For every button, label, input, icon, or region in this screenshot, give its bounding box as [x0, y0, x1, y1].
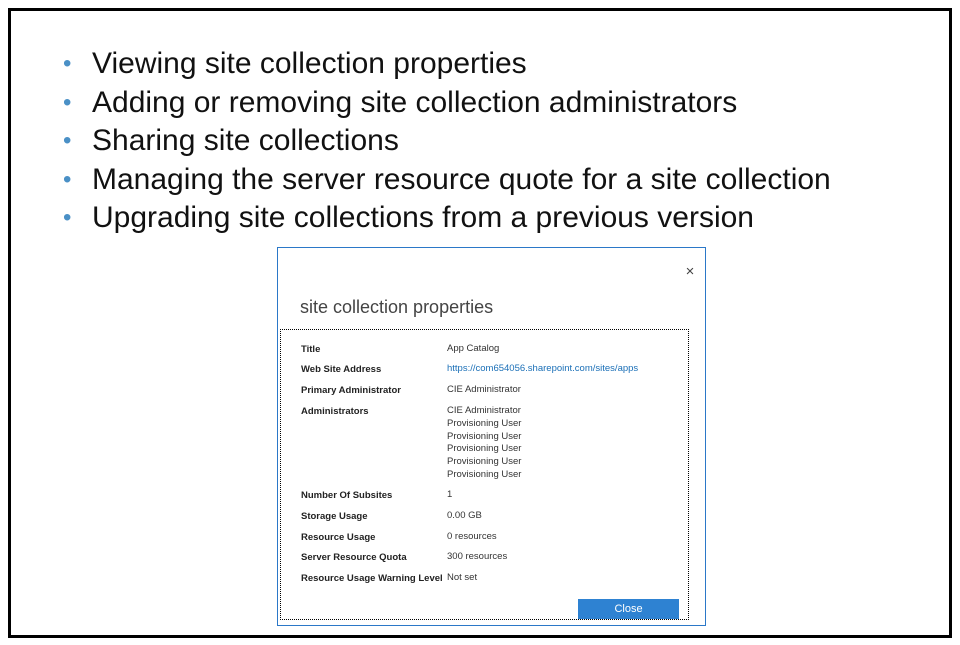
bullet-dot-icon: •: [63, 127, 72, 154]
close-button[interactable]: Close: [578, 599, 679, 619]
resource-usage-warning-level-value: Not set: [447, 572, 478, 583]
administrator-item: Provisioning User: [447, 443, 522, 455]
web-site-address-label: Web Site Address: [301, 364, 382, 375]
bullet-text: Managing the server resource quote for a…: [92, 162, 831, 196]
slide-frame: • Viewing site collection properties • Add…: [8, 8, 952, 638]
bullet-dot-icon: •: [63, 88, 72, 116]
primary-administrator-value: CIE Administrator: [447, 384, 521, 395]
bullet-dot-icon: •: [63, 165, 72, 193]
web-site-address-link[interactable]: https://com654056.sharepoint.com/sites/a…: [447, 363, 638, 376]
properties-panel: Title App Catalog Web Site Address https…: [280, 329, 689, 620]
bullet-text: Upgrading site collections from a previo…: [92, 201, 754, 234]
resource-usage-label: Resource Usage: [301, 532, 376, 543]
bullet-dot-icon: •: [63, 204, 72, 231]
administrators-label: Administrators: [301, 406, 369, 417]
storage-usage-label: Storage Usage: [301, 511, 368, 522]
primary-administrator-label: Primary Administrator: [301, 385, 401, 396]
bullet-text: Sharing site collections: [92, 124, 399, 157]
bullet-item: • Adding or removing site collection admi…: [61, 84, 831, 123]
bullet-item: • Viewing site collection properties: [61, 45, 831, 84]
bullet-item: • Upgrading site collections from a previ…: [61, 199, 831, 238]
bullet-item: • Managing the server resource quote for …: [61, 161, 831, 200]
bullet-dot-icon: •: [63, 50, 72, 77]
resource-usage-value: 0 resources: [447, 531, 497, 542]
bullet-text: Viewing site collection properties: [92, 47, 527, 80]
bullet-text: Adding or removing site collection admin…: [92, 85, 738, 119]
site-collection-properties-dialog: × site collection properties Title App C…: [277, 247, 706, 626]
administrator-item: Provisioning User: [447, 456, 522, 468]
storage-usage-value: 0.00 GB: [447, 510, 482, 521]
title-label: Title: [301, 344, 321, 355]
close-icon[interactable]: ×: [683, 264, 697, 279]
administrator-item: Provisioning User: [447, 417, 522, 429]
number-of-subsites-label: Number Of Subsites: [301, 490, 393, 501]
administrators-list: CIE Administrator Provisioning User Prov…: [447, 405, 521, 482]
administrator-item: Provisioning User: [447, 468, 522, 480]
resource-usage-warning-level-label: Resource Usage Warning Level: [301, 573, 443, 584]
administrator-item: CIE Administrator: [447, 405, 521, 416]
bullet-item: • Sharing site collections: [61, 122, 831, 161]
server-resource-quota-label: Server Resource Quota: [301, 552, 407, 563]
administrator-item: Provisioning User: [447, 430, 522, 442]
server-resource-quota-value: 300 resources: [447, 551, 508, 562]
bullet-list: • Viewing site collection properties • Add…: [61, 45, 831, 238]
dialog-title: site collection properties: [300, 297, 494, 317]
number-of-subsites-value: 1: [447, 489, 453, 500]
title-value: App Catalog: [447, 343, 500, 354]
